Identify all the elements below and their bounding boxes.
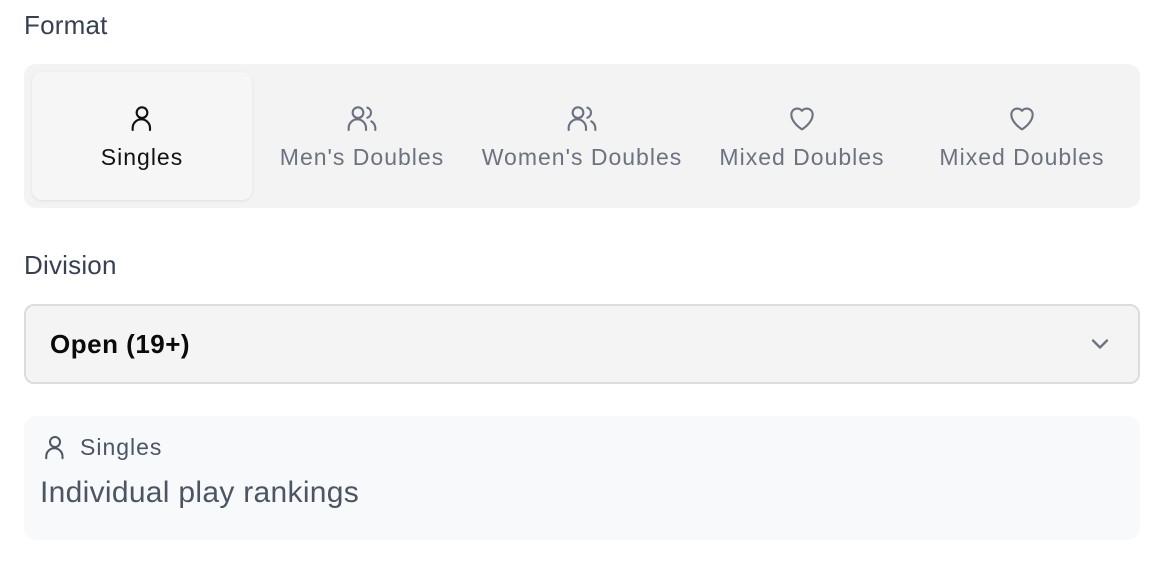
format-division-panel: Format Singles Men's Doubles Women's Dou… <box>0 0 1166 564</box>
format-option-label: Women's Doubles <box>481 143 683 170</box>
division-select-value: Open (19+) <box>50 328 191 359</box>
format-option-singles[interactable]: Singles <box>32 72 252 200</box>
info-card-description: Individual play rankings <box>40 476 360 509</box>
format-option-mens-doubles[interactable]: Men's Doubles <box>252 72 472 200</box>
chevron-down-icon <box>1091 339 1109 349</box>
format-option-label: Mixed Doubles <box>939 143 1105 170</box>
info-card-title: Singles <box>80 433 163 460</box>
format-label: Format <box>24 10 108 40</box>
format-option-womens-doubles[interactable]: Women's Doubles <box>472 72 692 200</box>
format-option-label: Mixed Doubles <box>719 143 885 170</box>
info-card-header: Singles <box>40 432 1124 462</box>
users-icon <box>567 105 597 131</box>
format-segmented-control: Singles Men's Doubles Women's Doubles Mi… <box>24 64 1140 208</box>
heart-icon <box>1010 107 1034 130</box>
division-label: Division <box>24 250 117 280</box>
division-select[interactable]: Open (19+) <box>24 304 1140 384</box>
format-option-label: Singles <box>100 143 184 170</box>
users-icon <box>347 105 377 131</box>
heart-icon <box>790 107 814 130</box>
format-info-card: Singles Individual play rankings <box>24 416 1140 540</box>
user-icon <box>45 436 64 460</box>
format-option-mixed-doubles[interactable]: Mixed Doubles <box>692 72 912 200</box>
user-icon <box>131 105 152 131</box>
format-option-mixed-doubles-2[interactable]: Mixed Doubles <box>912 72 1132 200</box>
format-option-label: Men's Doubles <box>279 143 445 170</box>
